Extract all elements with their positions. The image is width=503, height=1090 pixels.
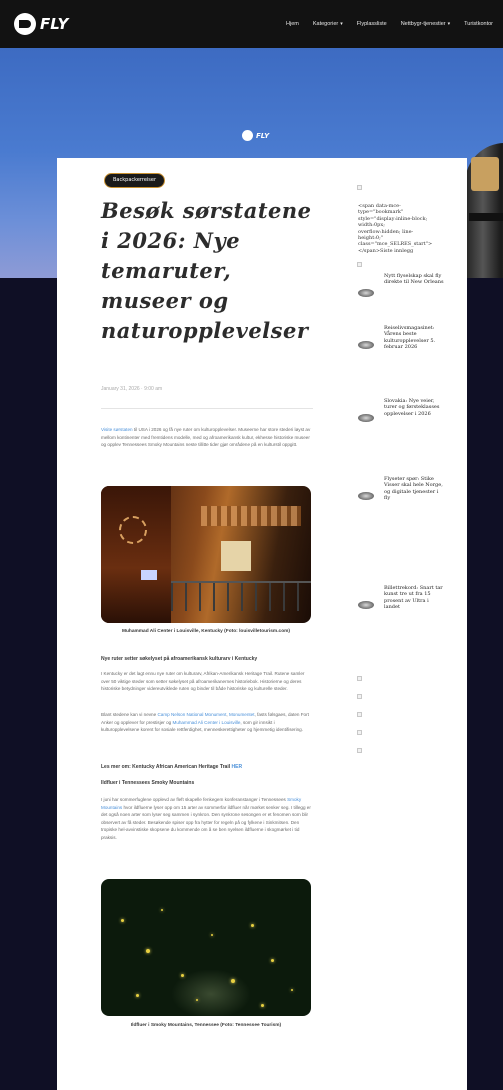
recent-post-item[interactable]: Flyseter spør: Stike Visser skal hele No… bbox=[358, 476, 463, 502]
intro-link[interactable]: Visite sørstaten bbox=[101, 427, 133, 432]
nav-menu: Hjem Kategorier ▾ Flyplassliste Nettbygr-… bbox=[286, 0, 493, 48]
article-card: Backpackerreiser Besøk sørstatene i 2026… bbox=[57, 158, 467, 1090]
fireflies-photo bbox=[101, 879, 311, 1016]
recent-post-title[interactable]: Flyseter spør: Stike Visser skal hele No… bbox=[384, 476, 444, 502]
recent-post-title[interactable]: Billettrekord: Snart tar kunst tre ut fr… bbox=[384, 585, 444, 611]
recent-post-item[interactable]: Billettrekord: Snart tar kunst tre ut fr… bbox=[358, 585, 463, 611]
body-paragraph: Blant stedene kan vi nevne Camp Nelson N… bbox=[101, 712, 309, 733]
chevron-down-icon: ▾ bbox=[447, 21, 451, 27]
top-nav: FLY Hjem Kategorier ▾ Flyplassliste Nettb… bbox=[0, 0, 503, 48]
read-more-link[interactable]: HER bbox=[232, 764, 243, 770]
nav-link-services[interactable]: Nettbygr-tjenestier ▾ bbox=[401, 21, 450, 27]
recent-post-title[interactable]: Nytt flyselskap skal fly direkte til New… bbox=[384, 273, 444, 286]
broken-image-icon bbox=[357, 748, 362, 753]
hero-logo: FLY bbox=[239, 130, 269, 141]
body-paragraph: I Kentucky er det lagt ennu nye ruter om… bbox=[101, 671, 305, 692]
section-heading: Nye ruter setter søkelyset på afroamerik… bbox=[101, 656, 258, 662]
fly-logo-icon bbox=[242, 130, 253, 141]
nav-link-tourist-office[interactable]: Turistkontor bbox=[464, 21, 493, 27]
hero-logo-text: FLY bbox=[256, 131, 270, 140]
post-thumbnail bbox=[358, 492, 374, 500]
body-paragraph: I juni har sommerfuglene opplevd av flef… bbox=[101, 797, 311, 840]
broken-image-icon bbox=[357, 676, 362, 681]
read-more: Les mer om: Kentucky African American He… bbox=[101, 764, 243, 770]
article-title: Besøk sørstatene i 2026: Nye temaruter, … bbox=[101, 198, 312, 343]
nav-link-airports[interactable]: Flyplassliste bbox=[357, 21, 387, 27]
intro-paragraph: Visite sørstaten til USA i 2026 og få ny… bbox=[101, 427, 311, 448]
article-date: January 31, 2026 · 9:00 am bbox=[101, 386, 163, 392]
category-badge[interactable]: Backpackerreiser bbox=[104, 173, 166, 188]
broken-image-icon bbox=[357, 730, 362, 735]
divider bbox=[101, 408, 313, 409]
post-thumbnail bbox=[358, 601, 374, 609]
site-logo[interactable]: FLY bbox=[14, 13, 68, 35]
recent-post-title[interactable]: Slovakia: Nye veier, turer og førsteklas… bbox=[384, 398, 444, 417]
figure-caption: Muhammad Ali Center i Louisville, Kentuc… bbox=[121, 629, 290, 634]
broken-image-icon bbox=[357, 185, 362, 190]
nav-link-home[interactable]: Hjem bbox=[286, 21, 299, 27]
recent-post-title[interactable]: Reiselivsmagasinet: Vårens beste kulturo… bbox=[384, 325, 444, 351]
nav-link-categories[interactable]: Kategorier ▾ bbox=[313, 21, 343, 27]
recent-post-item[interactable]: Slovakia: Nye veier, turer og førsteklas… bbox=[358, 398, 463, 422]
museum-photo bbox=[101, 486, 311, 623]
lighthouse-image bbox=[465, 143, 503, 278]
post-thumbnail bbox=[358, 414, 374, 422]
inline-link[interactable]: Muhammad Ali Center i Louisville bbox=[173, 720, 241, 725]
sidebar-raw-html: <span data-mce-type="bookmark" style="di… bbox=[358, 203, 433, 254]
logo-text: FLY bbox=[40, 15, 69, 33]
recent-post-item[interactable]: Reiselivsmagasinet: Vårens beste kulturo… bbox=[358, 325, 463, 351]
post-thumbnail bbox=[358, 341, 374, 349]
broken-image-icon bbox=[357, 712, 362, 717]
figure-caption: Ildfluer i Smoky Mountains, Tennessee (F… bbox=[130, 1023, 282, 1028]
chevron-down-icon: ▾ bbox=[340, 21, 343, 27]
fly-logo-icon bbox=[14, 13, 36, 35]
section-heading: Ildfluer i Tennessees Smoky Mountains bbox=[101, 780, 195, 786]
post-thumbnail bbox=[358, 289, 374, 297]
inline-link[interactable]: Camp Nelson National Monument bbox=[157, 712, 226, 717]
recent-post-item[interactable]: Nytt flyselskap skal fly direkte til New… bbox=[358, 273, 463, 297]
broken-image-icon bbox=[357, 262, 362, 267]
inline-link[interactable]: Monumentet bbox=[229, 712, 255, 717]
broken-image-icon bbox=[357, 694, 362, 699]
